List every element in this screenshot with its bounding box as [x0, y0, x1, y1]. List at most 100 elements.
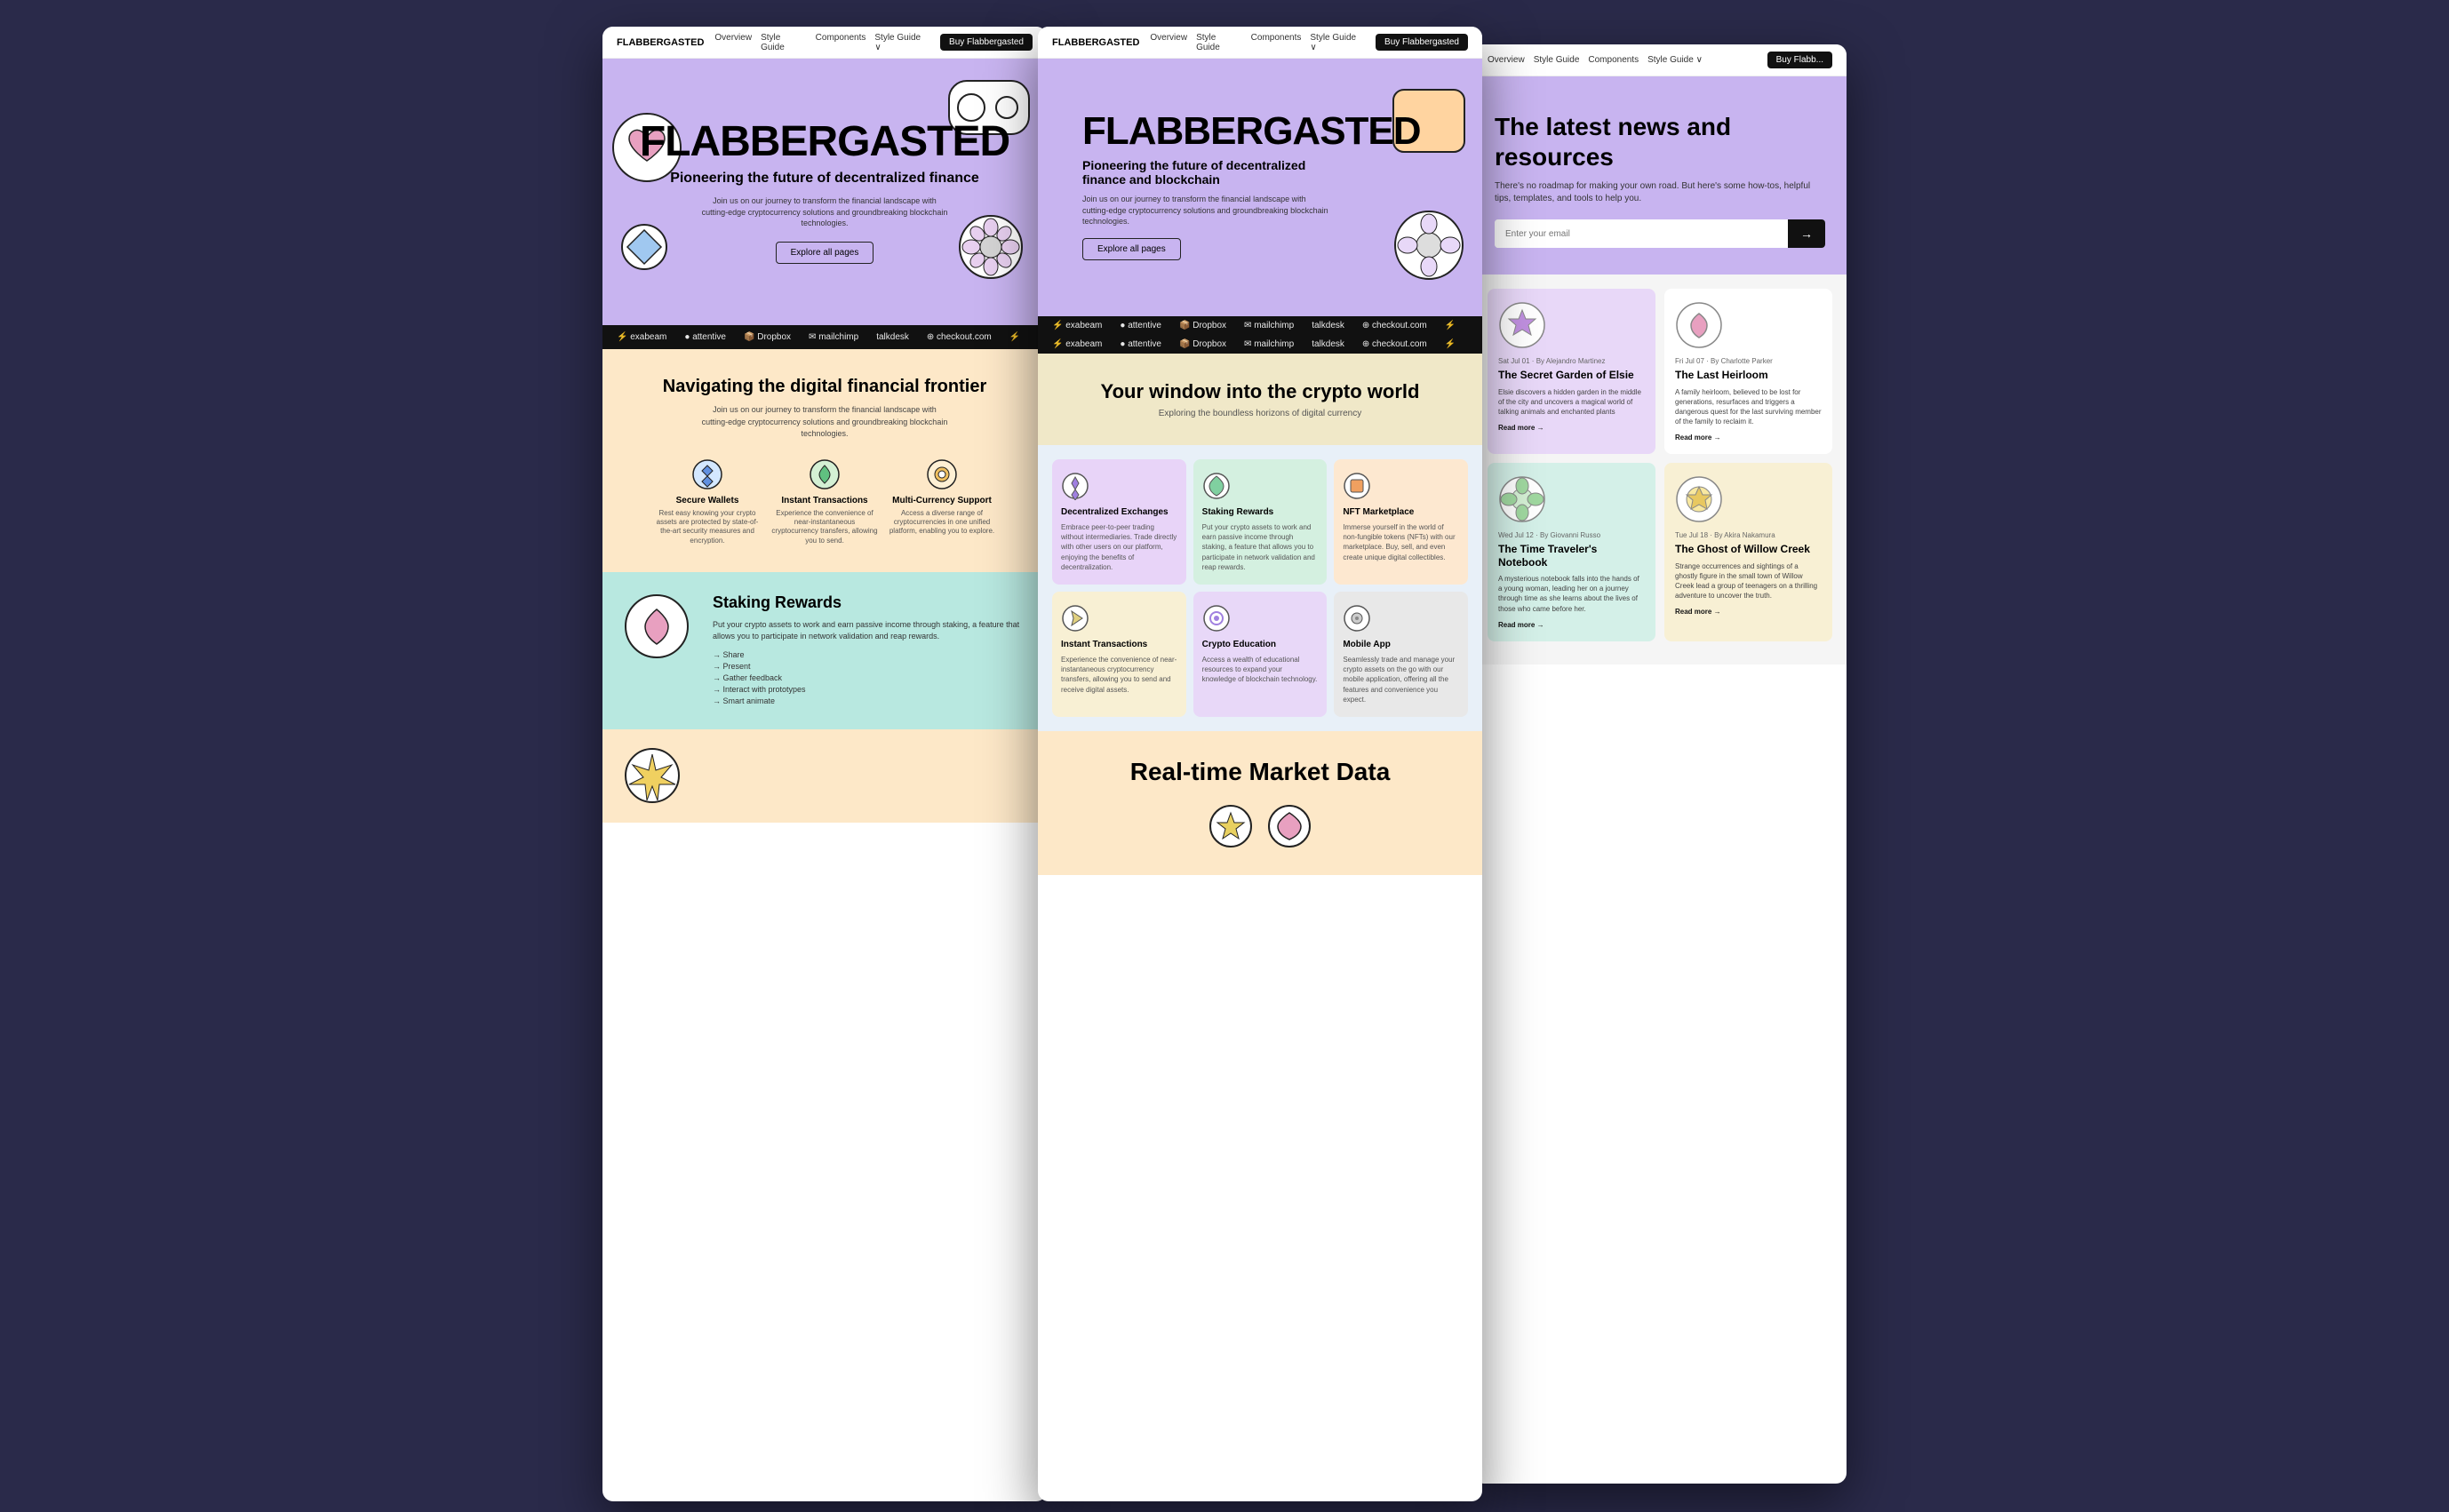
b-talkdesk-2b: talkdesk — [1312, 339, 1344, 349]
nav-2: FLABBERGASTED Overview Style Guide Compo… — [1038, 27, 1482, 59]
brand-extra-1: ⚡ — [1009, 332, 1020, 342]
b-checkout-2a: ⊕ checkout.com — [1362, 321, 1427, 330]
card-notebook-link[interactable]: Read more → — [1498, 621, 1645, 629]
card-instant-body: Experience the convenience of near-insta… — [1061, 655, 1177, 695]
card-dex-title: Decentralized Exchanges — [1061, 507, 1177, 517]
staking-list: Share Present Gather feedback Interact w… — [713, 650, 1025, 705]
nav-3: Overview Style Guide Components Style Gu… — [1473, 44, 1847, 76]
card-notebook-img — [1498, 475, 1645, 524]
card-ghost-title: The Ghost of Willow Creek — [1675, 543, 1822, 555]
card-elsie-img — [1498, 301, 1645, 350]
staking-title: Staking Rewards — [713, 593, 1025, 612]
card-heirloom-body: A family heirloom, believed to be lost f… — [1675, 387, 1822, 427]
nav-components-2[interactable]: Components — [1251, 33, 1302, 52]
nav-components-3[interactable]: Components — [1588, 55, 1639, 65]
feature-transactions: Instant Transactions Experience the conv… — [771, 458, 878, 546]
card-mobile-body: Seamlessly trade and manage your crypto … — [1343, 655, 1459, 704]
feature-mc-body: Access a diverse range of cryptocurrenci… — [889, 509, 995, 537]
card-staking: Staking Rewards Put your crypto assets t… — [1193, 459, 1328, 585]
news-header: The latest news and resources There's no… — [1473, 76, 1847, 275]
email-submit-btn[interactable]: → — [1788, 219, 1825, 248]
hero-body-2: Join us on our journey to transform the … — [1082, 194, 1331, 227]
card-edu-icon — [1202, 604, 1231, 633]
nav-1: FLABBERGASTED Overview Style Guide Compo… — [602, 27, 1047, 59]
ticker-1: ⚡ exabeam ● attentive 📦 Dropbox ✉ mailch… — [602, 325, 1047, 349]
email-input[interactable] — [1495, 219, 1788, 248]
nav-cta-2[interactable]: Buy Flabbergasted — [1376, 34, 1468, 51]
nav-overview-2[interactable]: Overview — [1150, 33, 1187, 52]
nav-styleguide-2[interactable]: Style Guide — [1196, 33, 1242, 52]
section-staking-1: Staking Rewards Put your crypto assets t… — [602, 572, 1047, 729]
b-dropbox-2b: 📦 Dropbox — [1179, 339, 1226, 349]
screen-3: Overview Style Guide Components Style Gu… — [1473, 44, 1847, 1484]
brand-talkdesk-1: talkdesk — [876, 332, 909, 342]
realtime-icon-1 — [1209, 804, 1253, 848]
staking-left — [624, 593, 695, 660]
staking-list-present: Present — [713, 662, 1025, 671]
nav-styleguide-3[interactable]: Style Guide — [1534, 55, 1580, 65]
b-mailchimp-2b: ✉ mailchimp — [1244, 339, 1294, 349]
email-row: → — [1495, 219, 1825, 248]
nav-components-1[interactable]: Components — [816, 33, 866, 52]
card-heirloom-link[interactable]: Read more → — [1675, 434, 1822, 442]
card-ghost-body: Strange occurrences and sightings of a g… — [1675, 561, 1822, 601]
nav-cta-1[interactable]: Buy Flabbergasted — [940, 34, 1033, 51]
b-exabeam-2a: ⚡ exabeam — [1052, 321, 1102, 330]
b-extra-2a: ⚡ — [1445, 321, 1456, 330]
hero-btn-2[interactable]: Explore all pages — [1082, 238, 1181, 260]
nav-styleguide-1[interactable]: Style Guide — [761, 33, 807, 52]
window-subtitle-2: Exploring the boundless horizons of digi… — [1059, 409, 1461, 418]
news-row-2: Wed Jul 12 · By Giovanni Russo The Time … — [1488, 463, 1832, 641]
hero-body-1: Join us on our journey to transform the … — [700, 195, 949, 229]
hero-subtitle-1: Pioneering the future of decentralized f… — [629, 171, 1020, 187]
news-subtitle: There's no roadmap for making your own r… — [1495, 180, 1825, 205]
news-card-notebook: Wed Jul 12 · By Giovanni Russo The Time … — [1488, 463, 1655, 641]
feature-tx-title: Instant Transactions — [771, 496, 878, 505]
card-heirloom-date: Fri Jul 07 · By Charlotte Parker — [1675, 357, 1822, 365]
feature-mc-icon — [926, 458, 958, 490]
news-card-ghost: Tue Jul 18 · By Akira Nakamura The Ghost… — [1664, 463, 1832, 641]
nav-cta-3[interactable]: Buy Flabb... — [1767, 52, 1832, 68]
features-row-1: Secure Wallets Rest easy knowing your cr… — [624, 458, 1025, 546]
feature-mc-title: Multi-Currency Support — [889, 496, 995, 505]
screen-2: FLABBERGASTED Overview Style Guide Compo… — [1038, 27, 1482, 1501]
feature-wallet-title: Secure Wallets — [654, 496, 761, 505]
section-window-2: Your window into the crypto world Explor… — [1038, 354, 1482, 445]
staking-list-feedback: Gather feedback — [713, 673, 1025, 682]
card-staking-body: Put your crypto assets to work and earn … — [1202, 522, 1319, 572]
nav-styleguide2-1[interactable]: Style Guide ∨ — [874, 33, 929, 52]
logo-1: FLABBERGASTED — [617, 37, 704, 48]
card-ghost-link[interactable]: Read more → — [1675, 608, 1822, 616]
feature-multicurrency: Multi-Currency Support Access a diverse … — [889, 458, 995, 546]
nav-styleguide2-3[interactable]: Style Guide ∨ — [1647, 55, 1703, 65]
brand-mailchimp-1: ✉ mailchimp — [809, 332, 858, 342]
nav-links-1: Overview Style Guide Components Style Gu… — [714, 33, 929, 52]
nav-styleguide2-2[interactable]: Style Guide ∨ — [1310, 33, 1365, 52]
card-dex-body: Embrace peer-to-peer trading without int… — [1061, 522, 1177, 572]
news-cards: Sat Jul 01 · By Alejandro Martinez The S… — [1473, 275, 1847, 664]
card-instant: Instant Transactions Experience the conv… — [1052, 592, 1186, 717]
peach-title-1: Navigating the digital financial frontie… — [624, 376, 1025, 397]
card-ghost-img — [1675, 475, 1822, 524]
staking-list-share: Share — [713, 650, 1025, 659]
card-elsie-link[interactable]: Read more → — [1498, 424, 1645, 432]
staking-list-animate: Smart animate — [713, 696, 1025, 705]
hero-title-2: FLABBERGASTED — [1082, 112, 1331, 151]
nav-overview-3[interactable]: Overview — [1488, 55, 1525, 65]
realtime-icons — [1059, 804, 1461, 848]
card-nft-icon — [1343, 472, 1371, 500]
hero-btn-1[interactable]: Explore all pages — [776, 242, 874, 264]
card-staking-title: Staking Rewards — [1202, 507, 1319, 517]
feature-tx-body: Experience the convenience of near-insta… — [771, 509, 878, 546]
hero-title-1: FLABBERGASTED — [629, 121, 1020, 163]
cards-grid-2: Decentralized Exchanges Embrace peer-to-… — [1052, 459, 1468, 717]
news-card-heirloom: Fri Jul 07 · By Charlotte Parker The Las… — [1664, 289, 1832, 454]
b-exabeam-2b: ⚡ exabeam — [1052, 339, 1102, 349]
nav-overview-1[interactable]: Overview — [714, 33, 752, 52]
staking-list-prototypes: Interact with prototypes — [713, 685, 1025, 694]
card-nft-body: Immerse yourself in the world of non-fun… — [1343, 522, 1459, 562]
hero-content-1: FLABBERGASTED Pioneering the future of d… — [629, 94, 1020, 264]
section-realtime-2: Real-time Market Data — [1038, 731, 1482, 875]
screen-1: FLABBERGASTED Overview Style Guide Compo… — [602, 27, 1047, 1501]
card-mobile-icon — [1343, 604, 1371, 633]
